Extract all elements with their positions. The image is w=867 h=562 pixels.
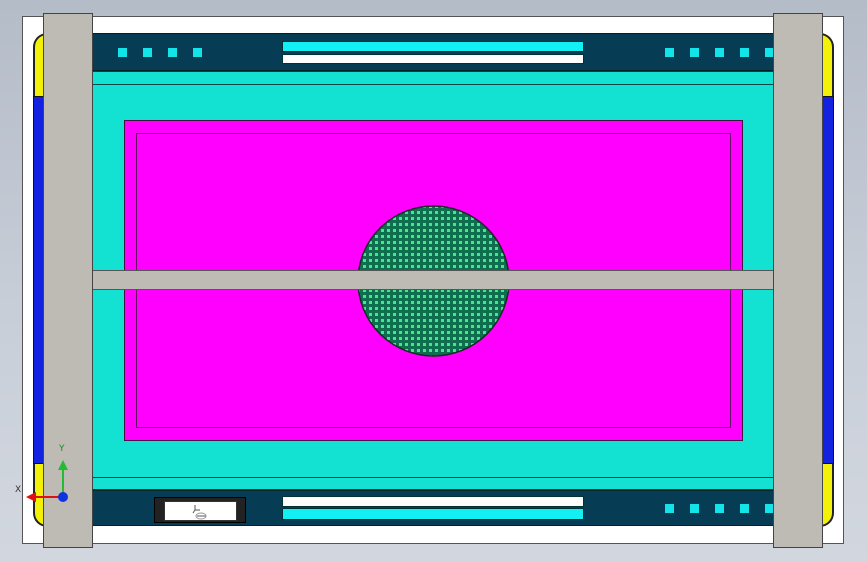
top-hole: [664, 47, 675, 58]
bottom-hole: [689, 503, 700, 514]
triad-axes-icon: [26, 460, 68, 502]
cross-beam: [92, 270, 774, 290]
teal-frame-strip-bottom: [92, 477, 774, 490]
top-hole: [117, 47, 128, 58]
bottom-hole: [664, 503, 675, 514]
top-hole: [192, 47, 203, 58]
cad-viewport[interactable]: Y X: [0, 0, 867, 562]
triad-x-label: X: [15, 485, 22, 495]
top-slot-upper: [282, 41, 584, 52]
top-hole: [689, 47, 700, 58]
top-slot-lower: [282, 54, 584, 64]
right-side-rail: [773, 13, 823, 548]
top-hole: [167, 47, 178, 58]
right-blue-strip: [822, 96, 834, 464]
bottom-hole: [739, 503, 750, 514]
top-hole: [142, 47, 153, 58]
reference-triad[interactable]: Y X: [12, 440, 76, 510]
teal-frame-strip-top: [92, 71, 774, 85]
triad-y-label: Y: [59, 444, 65, 454]
connector-screw-icon: [192, 505, 207, 520]
bottom-slot-lower: [282, 508, 584, 520]
bottom-slot-upper: [282, 496, 584, 507]
top-hole: [714, 47, 725, 58]
bottom-hole: [714, 503, 725, 514]
top-hole: [739, 47, 750, 58]
